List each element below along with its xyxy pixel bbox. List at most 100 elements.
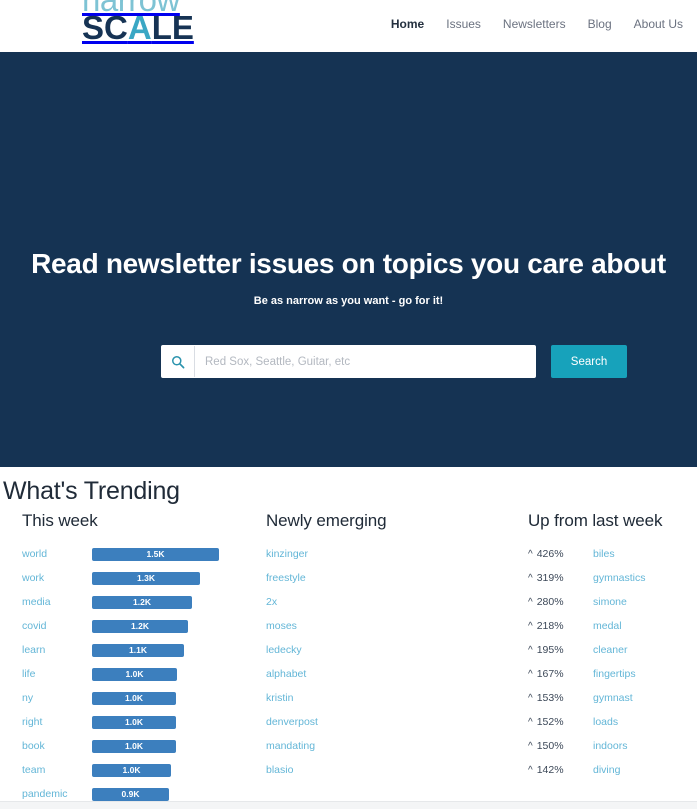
trending-term-link[interactable]: learn xyxy=(22,644,92,656)
percent-change: ^ 142% xyxy=(528,764,593,776)
trending-term-link[interactable]: 2x xyxy=(266,596,277,608)
trending-bar: 0.9K xyxy=(92,787,169,801)
percent-change: ^ 218% xyxy=(528,620,593,632)
trending-row: ^ 426% biles xyxy=(528,542,697,566)
chevron-up-icon: ^ xyxy=(528,549,533,560)
trending-row: denverpost xyxy=(266,710,516,734)
trending-term-link[interactable]: biles xyxy=(593,548,615,560)
trending-term-link[interactable]: team xyxy=(22,764,92,776)
trending-row: ^ 150% indoors xyxy=(528,734,697,758)
trending-term-link[interactable]: cleaner xyxy=(593,644,627,656)
percent-change: ^ 280% xyxy=(528,596,593,608)
trending-row: blasio xyxy=(266,758,516,782)
search-input[interactable] xyxy=(195,346,535,377)
trending-term-link[interactable]: simone xyxy=(593,596,627,608)
percent-value: 319% xyxy=(536,572,564,584)
chevron-up-icon: ^ xyxy=(528,669,533,680)
chevron-up-icon: ^ xyxy=(528,693,533,704)
trending-term-link[interactable]: book xyxy=(22,740,92,752)
trending-term-link[interactable]: ny xyxy=(22,692,92,704)
footer-strip xyxy=(0,801,697,809)
logo-bottom-text: SCALE xyxy=(82,11,194,44)
column-heading-up-from-last-week: Up from last week xyxy=(528,511,663,530)
trending-term-link[interactable]: freestyle xyxy=(266,572,306,584)
trending-term-link[interactable]: ledecky xyxy=(266,644,302,656)
trending-term-link[interactable]: work xyxy=(22,572,92,584)
trending-bar: 1.2K xyxy=(92,619,188,633)
search-box xyxy=(161,345,536,378)
trending-row: ^ 142% diving xyxy=(528,758,697,782)
trending-term-link[interactable]: right xyxy=(22,716,92,728)
hero-section: Read newsletter issues on topics you car… xyxy=(0,52,697,467)
nav-item-blog[interactable]: Blog xyxy=(588,17,612,31)
site-logo[interactable]: narrow SCALE xyxy=(82,0,194,44)
trending-term-link[interactable]: loads xyxy=(593,716,618,728)
trending-term-link[interactable]: covid xyxy=(22,620,92,632)
trending-term-link[interactable]: media xyxy=(22,596,92,608)
trending-term-link[interactable]: kristin xyxy=(266,692,293,704)
trending-row: freestyle xyxy=(266,566,516,590)
percent-value: 150% xyxy=(536,740,564,752)
trending-bar: 1.3K xyxy=(92,571,200,585)
trending-row: ^ 319% gymnastics xyxy=(528,566,697,590)
trending-row: 2x xyxy=(266,590,516,614)
trending-row: life 1.0K xyxy=(22,662,258,686)
chevron-up-icon: ^ xyxy=(528,597,533,608)
trending-row: ^ 167% fingertips xyxy=(528,662,697,686)
trending-row: moses xyxy=(266,614,516,638)
trending-term-link[interactable]: moses xyxy=(266,620,297,632)
trending-bar: 1.0K xyxy=(92,763,171,777)
trending-term-link[interactable]: pandemic xyxy=(22,788,92,800)
trending-bar: 1.1K xyxy=(92,643,184,657)
trending-term-link[interactable]: gymnast xyxy=(593,692,633,704)
trending-column-this-week: This week world 1.5K work 1.3K media 1.2K covi… xyxy=(0,511,258,806)
trending-row: mandating xyxy=(266,734,516,758)
trending-term-link[interactable]: medal xyxy=(593,620,622,632)
hero-title: Read newsletter issues on topics you car… xyxy=(31,248,666,279)
trending-row: kristin xyxy=(266,686,516,710)
trending-row: ^ 195% cleaner xyxy=(528,638,697,662)
this-week-list: world 1.5K work 1.3K media 1.2K covid 1.2K learn… xyxy=(22,542,258,806)
trending-row: ^ 153% gymnast xyxy=(528,686,697,710)
chevron-up-icon: ^ xyxy=(528,573,533,584)
trending-term-link[interactable]: denverpost xyxy=(266,716,318,728)
search-form: Search xyxy=(161,345,627,378)
trending-row: ^ 280% simone xyxy=(528,590,697,614)
trending-term-link[interactable]: kinzinger xyxy=(266,548,308,560)
nav-item-issues[interactable]: Issues xyxy=(446,17,481,31)
trending-title: What's Trending xyxy=(3,477,180,505)
chevron-up-icon: ^ xyxy=(528,717,533,728)
percent-value: 142% xyxy=(536,764,564,776)
trending-row: media 1.2K xyxy=(22,590,258,614)
search-icon[interactable] xyxy=(162,346,195,377)
percent-value: 195% xyxy=(536,644,564,656)
trending-term-link[interactable]: indoors xyxy=(593,740,627,752)
search-button[interactable]: Search xyxy=(551,345,627,378)
trending-term-link[interactable]: fingertips xyxy=(593,668,636,680)
trending-column-newly-emerging: Newly emerging kinzinger freestyle 2x moses… xyxy=(258,511,516,806)
site-header: narrow SCALE Home Issues Newsletters Blo… xyxy=(0,0,697,52)
trending-term-link[interactable]: alphabet xyxy=(266,668,306,680)
trending-term-link[interactable]: world xyxy=(22,548,92,560)
up-from-last-week-list: ^ 426% biles ^ 319% gymnastics ^ 280% simone ^ 218… xyxy=(528,542,697,782)
trending-term-link[interactable]: mandating xyxy=(266,740,315,752)
trending-row: ny 1.0K xyxy=(22,686,258,710)
trending-row: team 1.0K xyxy=(22,758,258,782)
main-nav: Home Issues Newsletters Blog About Us xyxy=(391,17,683,31)
trending-term-link[interactable]: gymnastics xyxy=(593,572,646,584)
trending-term-link[interactable]: diving xyxy=(593,764,620,776)
logo-bottom-part2: LE xyxy=(151,9,194,47)
percent-change: ^ 167% xyxy=(528,668,593,680)
percent-value: 153% xyxy=(536,692,564,704)
trending-bar: 1.5K xyxy=(92,547,219,561)
percent-value: 280% xyxy=(536,596,564,608)
percent-value: 218% xyxy=(536,620,564,632)
nav-item-about-us[interactable]: About Us xyxy=(634,17,683,31)
trending-term-link[interactable]: blasio xyxy=(266,764,293,776)
trending-bar: 1.2K xyxy=(92,595,192,609)
nav-item-home[interactable]: Home xyxy=(391,17,424,31)
percent-change: ^ 152% xyxy=(528,716,593,728)
trending-term-link[interactable]: life xyxy=(22,668,92,680)
nav-item-newsletters[interactable]: Newsletters xyxy=(503,17,566,31)
percent-value: 152% xyxy=(536,716,564,728)
